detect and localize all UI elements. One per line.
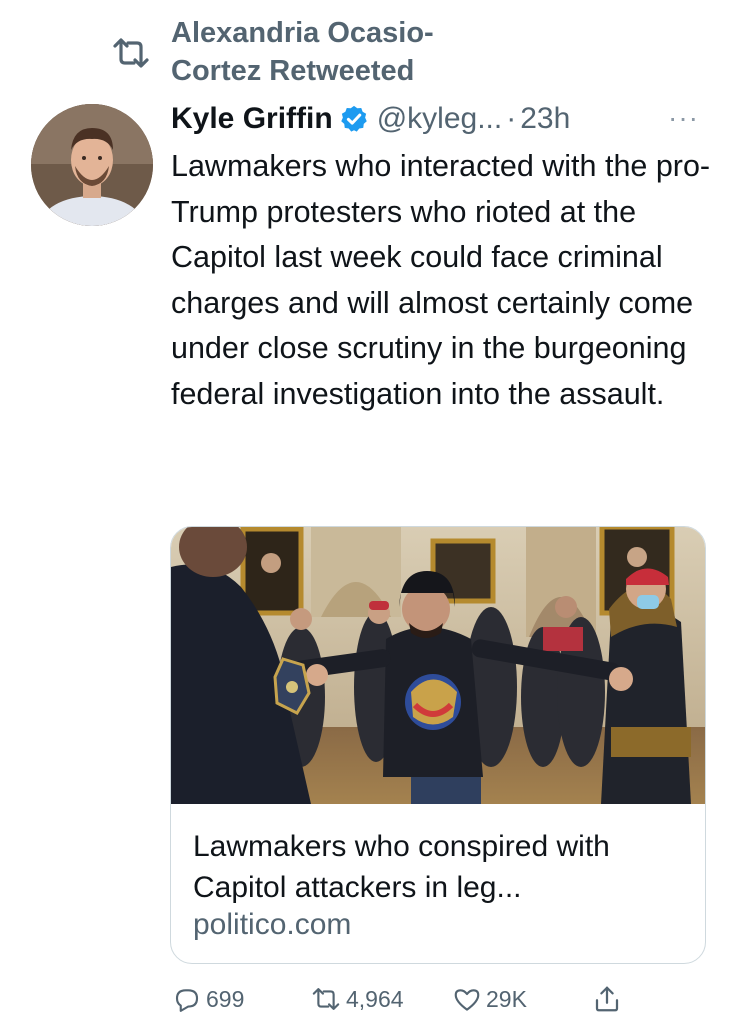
tweet-text: Lawmakers who interacted with the pro-Tr… bbox=[171, 149, 711, 411]
tweet-header: Kyle Griffin @kyleg... · 23h bbox=[171, 96, 570, 142]
author-handle[interactable]: @kyleg... bbox=[377, 102, 503, 136]
heart-icon bbox=[454, 989, 480, 1011]
reply-count: 699 bbox=[206, 985, 245, 1012]
card-domain[interactable]: politico.com bbox=[193, 908, 351, 942]
reply-icon bbox=[175, 989, 199, 1012]
share-icon bbox=[595, 986, 619, 1012]
share-button[interactable] bbox=[592, 984, 622, 1014]
like-count: 29K bbox=[486, 985, 527, 1012]
retweet-button[interactable]: 4,964 bbox=[310, 984, 404, 1014]
separator-dot: · bbox=[506, 102, 517, 135]
retweet-icon bbox=[312, 988, 340, 1010]
tweet-actions: 699 4,964 29K bbox=[172, 984, 632, 1016]
author-name[interactable]: Kyle Griffin bbox=[171, 102, 333, 136]
more-horizontal-icon[interactable]: ··· bbox=[668, 102, 699, 134]
tweet-timestamp[interactable]: 23h bbox=[520, 102, 570, 136]
link-card[interactable]: Lawmakers who conspired with Capitol att… bbox=[170, 526, 706, 964]
reply-button[interactable]: 699 bbox=[172, 984, 244, 1014]
retweet-count: 4,964 bbox=[346, 985, 404, 1012]
like-button[interactable]: 29K bbox=[452, 984, 527, 1014]
avatar[interactable] bbox=[31, 104, 153, 226]
card-title[interactable]: Lawmakers who conspired with Capitol att… bbox=[193, 826, 693, 908]
news-photo[interactable] bbox=[171, 527, 705, 804]
verified-badge-icon bbox=[340, 105, 367, 132]
retweet-context-icon bbox=[113, 38, 149, 68]
retweeted-by-label[interactable]: Alexandria Ocasio-Cortez Retweeted bbox=[171, 14, 511, 90]
